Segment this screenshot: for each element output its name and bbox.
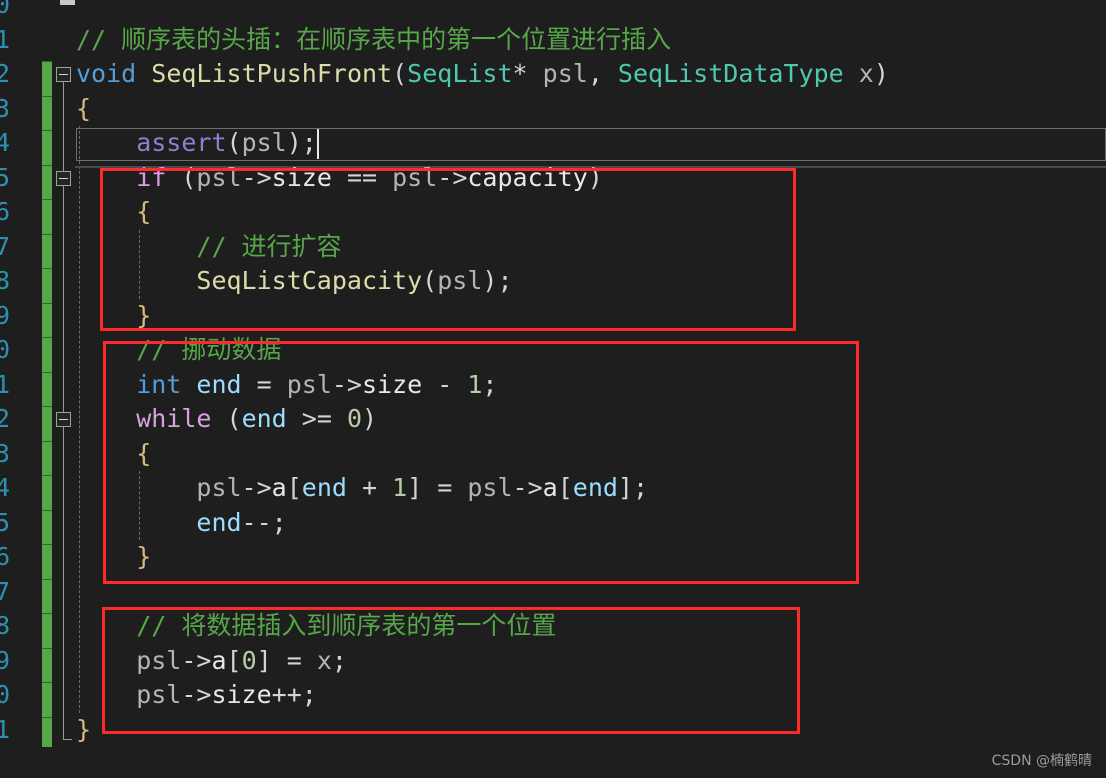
- horizontal-scrollbar-thumb[interactable]: [60, 0, 75, 5]
- line-number: 0: [0, 680, 10, 709]
- line-number: 7: [0, 576, 10, 606]
- code-token-punc: ,: [587, 59, 618, 88]
- code-token-punc: [528, 59, 543, 88]
- fold-minus-icon[interactable]: [56, 412, 71, 427]
- change-bar-segment: [42, 337, 52, 372]
- line-number: 3: [0, 93, 10, 123]
- code-token-brace: {: [76, 93, 92, 123]
- change-bar-segment: [42, 440, 52, 476]
- code-line[interactable]: {: [76, 92, 91, 127]
- fold-minus-icon[interactable]: [56, 170, 71, 186]
- line-number: 0: [0, 0, 10, 19]
- code-token-punc: );: [286, 128, 317, 157]
- line-number: 4: [0, 128, 10, 157]
- code-token-brace: }: [76, 714, 92, 744]
- annotation-box-capacity-check-box: [100, 168, 796, 331]
- line-number: 9: [0, 300, 10, 330]
- code-token-punc: (: [392, 59, 408, 88]
- indent-guide: [79, 126, 80, 713]
- code-token-kw: void: [76, 59, 137, 88]
- code-token-fn: SeqListPushFront: [151, 59, 393, 88]
- code-token-type: SeqListDataType: [617, 59, 844, 88]
- line-number: 5: [0, 507, 10, 537]
- code-token-pln: psl: [241, 128, 287, 157]
- code-token-punc: [844, 59, 859, 88]
- change-bar-segment: [42, 268, 52, 303]
- line-number: 1: [0, 369, 10, 399]
- code-token-punc: [136, 59, 151, 88]
- line-number: 7: [0, 231, 10, 261]
- annotation-box-shift-data-box: [103, 341, 859, 584]
- csdn-watermark: CSDN @楠鹤晴: [991, 753, 1092, 769]
- code-token-pln: x: [858, 59, 874, 88]
- change-bar-segment: [42, 164, 52, 200]
- line-number: 1: [0, 714, 10, 744]
- code-line[interactable]: // 顺序表的头插：在顺序表中的第一个位置进行插入: [76, 23, 671, 58]
- line-number: 4: [0, 473, 10, 502]
- annotation-box-insert-front-box: [102, 607, 800, 734]
- line-number: 2: [0, 404, 10, 433]
- line-number: 8: [0, 611, 10, 640]
- code-line[interactable]: }: [76, 713, 91, 748]
- change-bar-segment: [42, 95, 52, 131]
- line-number: 3: [0, 438, 10, 468]
- fold-minus-icon[interactable]: [56, 67, 71, 82]
- code-token-punc: (: [226, 128, 242, 157]
- change-bar-segment: [42, 716, 52, 752]
- change-bar-segment: [42, 613, 52, 648]
- code-token-type: SeqList: [407, 59, 513, 88]
- code-line[interactable]: void SeqListPushFront(SeqList* psl, SeqL…: [76, 57, 889, 92]
- change-bar-segment: [42, 406, 52, 441]
- line-number-gutter: 0 1 2 3 4 5 6 7 8 9 0 1 2 3 4 5 6 7 8 9 0 1: [0, 0, 40, 778]
- change-bar-segment: [42, 509, 52, 545]
- line-number: 6: [0, 542, 10, 571]
- text-caret: [316, 129, 319, 159]
- code-token-macro: assert: [136, 128, 227, 157]
- code-token-pln: psl: [542, 59, 588, 88]
- change-bar-segment: [42, 682, 52, 717]
- line-number: 2: [0, 59, 10, 88]
- line-number: 6: [0, 197, 10, 226]
- line-number: 1: [0, 24, 10, 54]
- change-bar-segment: [42, 544, 52, 579]
- change-bar-segment: [42, 647, 52, 683]
- code-token-cmt: // 顺序表的头插：在顺序表中的第一个位置进行插入: [76, 24, 672, 54]
- change-bar-segment: [42, 578, 52, 614]
- change-bar-segment: [42, 302, 52, 338]
- fold-region-end: [63, 738, 72, 740]
- change-bar-segment: [42, 130, 52, 165]
- code-editor[interactable]: 0 1 2 3 4 5 6 7 8 9 0 1 2 3 4 5 6 7 8 9 0 1 // 顺序表的头插：在顺序表中的第…: [0, 0, 1106, 778]
- line-number: 5: [0, 162, 10, 192]
- change-bar-segment: [42, 61, 52, 96]
- code-token-punc: ): [873, 59, 889, 88]
- line-number: 8: [0, 266, 10, 295]
- change-bar-segment: [42, 371, 52, 407]
- change-bar-segment: [42, 233, 52, 269]
- line-number: 9: [0, 645, 10, 675]
- code-line[interactable]: assert(psl);: [136, 126, 317, 161]
- code-token-punc: *: [512, 59, 528, 88]
- change-bar-segment: [42, 475, 52, 510]
- change-bar-segment: [42, 199, 52, 234]
- vcs-change-bar: [42, 61, 52, 747]
- line-number: 0: [0, 335, 10, 364]
